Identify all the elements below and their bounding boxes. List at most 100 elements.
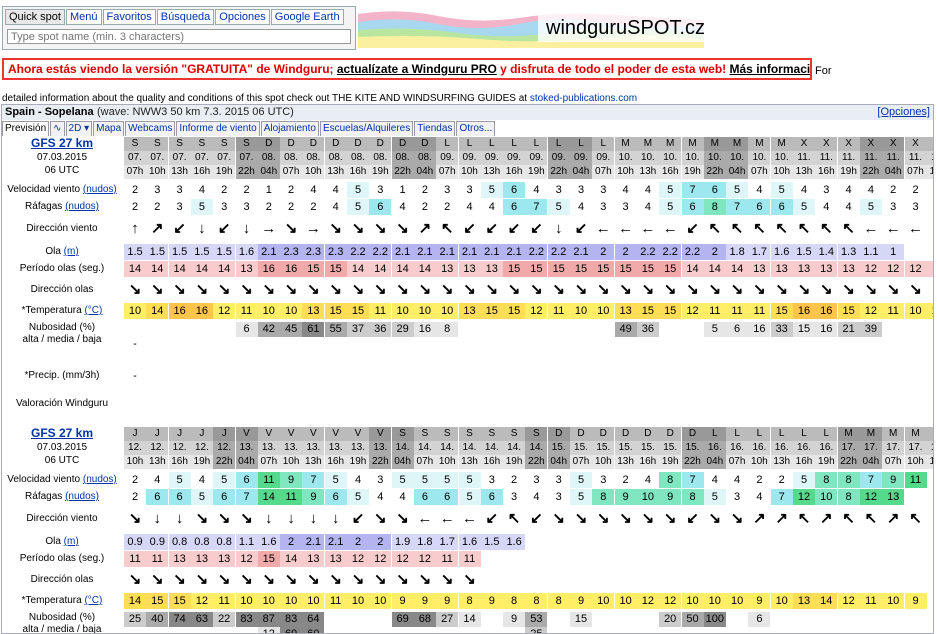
header-date: 10.	[770, 151, 793, 165]
wind-direction-arrow: ↘	[351, 220, 365, 237]
temp-cell: 15	[480, 303, 503, 319]
temp-cell: 8	[458, 593, 481, 609]
upgrade-pro-link[interactable]: actualízate a Windguru PRO	[337, 62, 497, 76]
wind-direction-arrow: ↘	[574, 510, 588, 527]
wind-direction-arrow: ↙	[530, 510, 543, 527]
cloud-mid-cell	[615, 627, 637, 633]
wind-direction-arrow: ↖	[730, 220, 744, 237]
wave-direction-arrow: ↘	[463, 281, 476, 298]
wave-cell: 1.6	[458, 534, 481, 550]
precip-cell	[637, 368, 659, 384]
options-link[interactable]: [Opciones]	[877, 106, 930, 118]
nav-tab-4[interactable]: Opciones	[215, 9, 270, 25]
forecast-tab-1[interactable]: ∿	[50, 121, 65, 136]
precip-cell	[793, 368, 815, 384]
wave-cell: 2.1	[570, 244, 592, 260]
temp-cell: 9	[391, 593, 414, 609]
model-link[interactable]: GFS 27 km	[31, 426, 93, 440]
wave-m-link[interactable]: (m)	[64, 536, 79, 547]
gust-cell: 7	[525, 199, 548, 215]
wind-direction-arrow: ↓	[153, 510, 162, 527]
cloud-mid-cell	[213, 627, 235, 633]
gust-knots-link[interactable]: (nudos)	[65, 491, 99, 502]
banner-trailing-text: For	[815, 65, 832, 77]
cloud-mid-cell	[191, 337, 213, 352]
forecast-tab-6[interactable]: Alojamiento	[260, 121, 319, 136]
wind-direction-arrow: ←	[662, 220, 678, 237]
nav-tab-1[interactable]: Menú	[65, 9, 102, 25]
model-link[interactable]: GFS 27 km	[31, 136, 93, 150]
nav-tab-3[interactable]: Búsqueda	[156, 9, 215, 25]
wind-direction-arrow: ↗	[775, 510, 788, 527]
period-cell: 15	[257, 551, 280, 567]
forecast-tab-7[interactable]: Escuelas/Alquileres	[319, 121, 414, 136]
wind-speed-cell: 4	[347, 472, 369, 488]
windguru-logo: windguruSPOT.cz	[358, 6, 705, 48]
gust-cell: 6	[436, 489, 459, 505]
period-cell: 14	[413, 261, 436, 277]
nav-tab-5[interactable]: Google Earth	[270, 9, 344, 25]
forecast-tab-0[interactable]: Previsión	[2, 121, 50, 136]
gust-cell: 9	[302, 489, 325, 505]
header-hour: 04h	[547, 455, 570, 469]
temp-cell: 10	[726, 593, 749, 609]
cloud-mid-cell	[570, 627, 592, 633]
temp-c-link[interactable]: (°C)	[84, 595, 102, 606]
temp-c-link[interactable]: (°C)	[84, 305, 102, 316]
cloud-mid-cell	[704, 627, 726, 633]
header-hour: 13h	[793, 165, 815, 179]
gust-cell: 8	[592, 489, 615, 505]
gust-cell: 3	[726, 489, 749, 505]
header-date: 10.	[659, 151, 682, 165]
period-cell: 11	[436, 551, 459, 567]
wave-cell: 1.7	[748, 244, 771, 260]
forecast-tab-2[interactable]: 2D ▾	[65, 121, 93, 136]
wave-direction-arrow: ↘	[374, 571, 387, 588]
nav-tab-2[interactable]: Favoritos	[102, 9, 156, 25]
forecast-tab-3[interactable]: Mapa	[93, 121, 125, 136]
temp-cell: 12	[837, 593, 860, 609]
wave-m-link[interactable]: (m)	[64, 246, 79, 257]
wind-direction-arrow: →	[305, 220, 321, 237]
header-date: 17.	[859, 441, 882, 455]
cloud-cell	[481, 612, 503, 627]
gust-knots-link[interactable]: (nudos)	[65, 201, 99, 212]
wind-speed-cell: 7	[859, 472, 882, 488]
precip-cell	[882, 368, 904, 384]
header-date: 17.	[837, 441, 860, 455]
precip-cell	[436, 368, 458, 384]
temp-cell: 10	[770, 593, 793, 609]
precip-cell	[905, 368, 927, 384]
spot-search-input[interactable]	[7, 29, 351, 44]
period-cell: 11	[146, 551, 169, 567]
nav-tab-0[interactable]: Quick spot	[5, 9, 65, 25]
wind-knots-link[interactable]: (nudos)	[83, 184, 117, 195]
forecast-tab-4[interactable]: Webcams	[125, 121, 176, 136]
header-date: 09.	[458, 151, 481, 165]
forecast-tab-5[interactable]: Informe de viento	[176, 121, 260, 136]
cloud-cell: 63	[190, 612, 213, 627]
cloud-cell: 6	[235, 322, 258, 337]
row-label-temp: *Temperatura (°C)	[2, 593, 122, 609]
wave-cell: 2.1	[324, 534, 347, 550]
wind-speed-cell: 4	[726, 472, 749, 488]
header-day: M	[681, 137, 704, 151]
gust-cell: 4	[391, 489, 414, 505]
gust-cell: 7	[770, 489, 793, 505]
period-cell: 12	[369, 551, 392, 567]
header-day: V	[324, 427, 347, 441]
header-hour: 19h	[369, 165, 392, 179]
header-day: L	[815, 427, 838, 441]
wind-knots-link[interactable]: (nudos)	[83, 474, 117, 485]
gust-cell: 9	[614, 489, 637, 505]
forecast-tab-8[interactable]: Tiendas	[414, 121, 456, 136]
period-cell: 12	[391, 551, 414, 567]
stoked-publications-link[interactable]: stoked-publications.com	[530, 93, 637, 104]
wind-speed-cell: 11	[904, 472, 927, 488]
period-cell: 14	[213, 261, 236, 277]
more-info-link[interactable]: Más información...	[730, 62, 810, 76]
forecast-tab-9[interactable]: Otros...	[456, 121, 496, 136]
cloud-cell	[124, 322, 146, 337]
wave-direction-arrow: ↘	[820, 281, 833, 298]
wind-direction-arrow: ↘	[329, 220, 342, 237]
